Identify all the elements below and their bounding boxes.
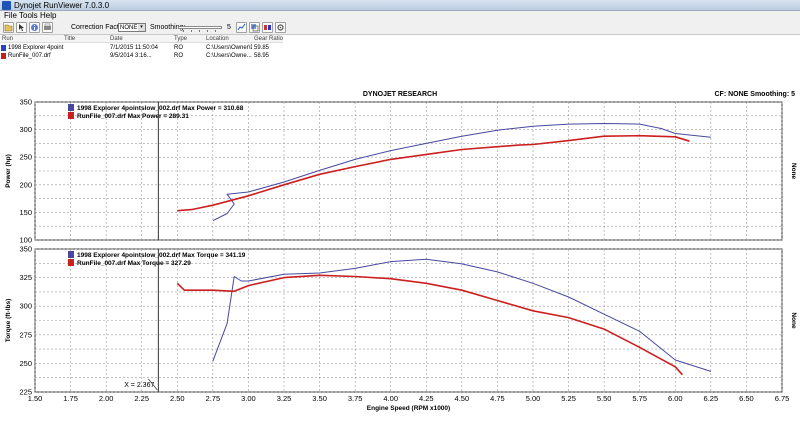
x-tick-label: 6.75 [775, 394, 790, 403]
column-type[interactable]: Type [174, 35, 187, 43]
x-tick-label: 2.00 [99, 394, 114, 403]
x-tick-label: 6.25 [704, 394, 719, 403]
overlay-icon[interactable] [249, 22, 260, 33]
power-right-axis-label: None [790, 163, 797, 180]
menu-file[interactable]: File [4, 11, 17, 21]
torque-y-tick-label: 275 [19, 330, 32, 339]
correction-factor-select[interactable]: NONE ▾ [118, 23, 146, 32]
menu-help[interactable]: Help [40, 11, 56, 21]
table-row[interactable]: 1998 Explorer 4point: 7/1/2015 11:50:04 … [0, 44, 283, 52]
power-legend-entry: 1998 Explorer 4pointslow_002.drf Max Pow… [77, 105, 244, 112]
run-color-swatch [1, 53, 6, 59]
toolbar: Correction Factor: NONE ▾ Smoothing: 5 [0, 21, 800, 35]
torque-right-axis-label: None [790, 312, 797, 329]
x-tick-label: 5.25 [561, 394, 576, 403]
power-y-tick-label: 200 [19, 180, 32, 189]
power-y-tick-label: 350 [19, 98, 32, 107]
torque-y-tick-label: 325 [19, 273, 32, 282]
column-run[interactable]: Run [2, 35, 13, 43]
column-title[interactable]: Title [64, 35, 75, 43]
torque-y-tick-label: 350 [19, 245, 32, 254]
app-icon [2, 1, 11, 10]
status-heading: CF: NONE Smoothing: 5 [715, 91, 796, 98]
compare-icon[interactable] [262, 22, 273, 33]
dyno-chart-area: DYNOJET RESEARCH CF: NONE Smoothing: 5 1… [0, 87, 800, 430]
x-tick-label: 4.75 [490, 394, 505, 403]
run-gear-ratio: 58.95 [254, 53, 270, 59]
menu-tools[interactable]: Tools [19, 11, 38, 21]
x-tick-label: 2.50 [170, 394, 185, 403]
open-file-icon[interactable] [3, 22, 14, 33]
column-date[interactable]: Date [110, 35, 123, 43]
power-y-tick-label: 300 [19, 125, 32, 134]
column-gear-ratio[interactable]: Gear Ratio [254, 35, 283, 43]
x-tick-label: 4.25 [419, 394, 434, 403]
run-gear-ratio: 59.85 [254, 45, 270, 51]
torque-y-tick-label: 250 [19, 359, 32, 368]
power-legend-swatch [68, 112, 74, 119]
smoothing-value: 5 [227, 24, 231, 31]
run-date: 9/5/2014 3:16... [110, 53, 152, 59]
run-table: Run Title Date Type Location Gear Ratio … [0, 35, 283, 63]
cursor-readout: X = 2.367 [124, 382, 154, 389]
run-date: 7/1/2015 11:50:04 [110, 45, 158, 51]
x-tick-label: 1.50 [28, 394, 43, 403]
x-tick-label: 2.25 [134, 394, 149, 403]
power-legend-entry: RunFile_007.drf Max Power = 289.31 [77, 113, 189, 120]
window-titlebar: Dynojet RunViewer 7.0.3.0 [0, 0, 800, 11]
run-type: RO [174, 53, 183, 59]
x-tick-label: 4.50 [455, 394, 470, 403]
torque-y-axis-label: Torque (ft-lbs) [5, 299, 12, 343]
torque-legend-swatch [68, 251, 74, 258]
x-tick-label: 3.50 [312, 394, 327, 403]
smoothing-slider[interactable] [178, 26, 222, 32]
power-y-tick-label: 250 [19, 153, 32, 162]
x-axis-label: Engine Speed (RPM x1000) [367, 405, 450, 412]
company-heading: DYNOJET RESEARCH [363, 91, 437, 98]
x-tick-label: 3.25 [277, 394, 292, 403]
column-location[interactable]: Location [206, 35, 229, 43]
menu-bar: File Tools Help [0, 11, 800, 21]
chevron-down-icon: ▾ [138, 24, 145, 31]
run-location: C:\Users\Owne... [206, 53, 252, 59]
run-type: RO [174, 45, 183, 51]
x-tick-label: 5.75 [632, 394, 647, 403]
pointer-icon[interactable] [16, 22, 27, 33]
power-y-tick-label: 100 [19, 236, 32, 245]
table-row[interactable]: RunFile_007.drf 9/5/2014 3:16... RO C:\U… [0, 52, 283, 60]
torque-legend-swatch [68, 259, 74, 266]
torque-legend-entry: 1998 Explorer 4pointslow_002.drf Max Tor… [77, 252, 246, 259]
charts-group: 100 150 200 250 300 350 Power (hp) None 1998 Exp… [5, 98, 797, 413]
power-legend-swatch [68, 104, 74, 111]
dyno-chart-svg: DYNOJET RESEARCH CF: NONE Smoothing: 5 1… [5, 91, 797, 413]
run-color-swatch [1, 45, 6, 51]
x-tick-label: 2.75 [206, 394, 221, 403]
x-tick-label: 3.75 [348, 394, 363, 403]
correction-factor-value: NONE [120, 25, 138, 31]
graph-icon[interactable] [236, 22, 247, 33]
settings-icon[interactable] [275, 22, 286, 33]
x-tick-label: 5.00 [526, 394, 541, 403]
run-name: 1998 Explorer 4point: [8, 45, 64, 51]
x-tick-label: 6.00 [668, 394, 683, 403]
x-tick-label: 4.00 [383, 394, 398, 403]
window-title: Dynojet RunViewer 7.0.3.0 [14, 1, 110, 10]
x-tick-label: 5.50 [597, 394, 612, 403]
run-name: RunFile_007.drf [8, 53, 51, 59]
x-tick-label: 1.75 [63, 394, 78, 403]
run-location: C:\Users\Owner\D [206, 45, 252, 51]
power-y-tick-label: 150 [19, 208, 32, 217]
x-tick-label: 6.50 [739, 394, 754, 403]
torque-legend-entry: RunFile_007.drf Max Torque = 327.29 [77, 260, 191, 267]
print-icon[interactable] [42, 22, 53, 33]
info-icon[interactable] [29, 22, 40, 33]
torque-y-tick-label: 300 [19, 302, 32, 311]
power-y-axis-label: Power (hp) [5, 154, 12, 188]
x-tick-label: 3.00 [241, 394, 256, 403]
run-table-header: Run Title Date Type Location Gear Ratio [0, 35, 283, 43]
